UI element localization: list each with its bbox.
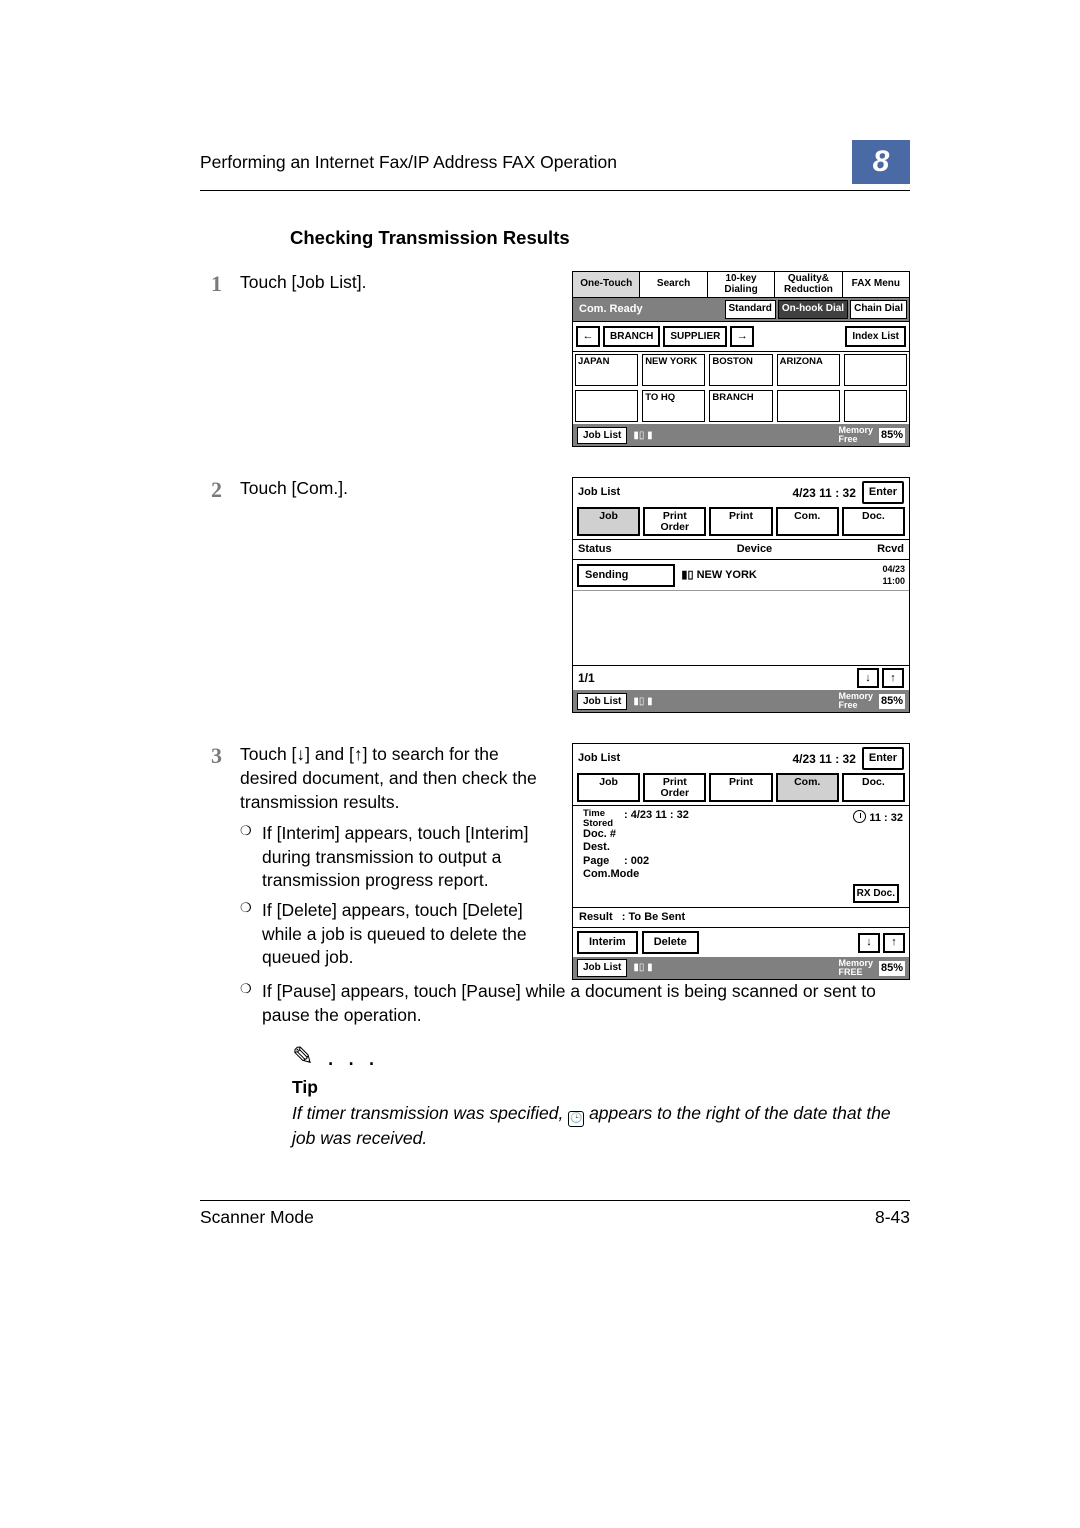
tab-com[interactable]: Com. [776, 773, 839, 802]
one-touch-to-hq[interactable]: TO HQ [642, 390, 705, 422]
chain-dial-button[interactable]: Chain Dial [850, 300, 907, 319]
job-list-title: Job List [578, 751, 620, 766]
job-list-timestamp: 4/23 11 : 32 [792, 485, 855, 501]
standard-button[interactable]: Standard [725, 300, 776, 319]
tab-print[interactable]: Print [709, 507, 772, 536]
col-device: Device [667, 540, 842, 559]
one-touch-empty[interactable] [844, 354, 907, 386]
memory-free-label: Memory Free [838, 426, 873, 444]
job-list-button[interactable]: Job List [577, 693, 627, 711]
step-3: 3 Touch [↓] and [↑] to search for the de… [200, 743, 910, 1150]
on-hook-dial-button[interactable]: On-hook Dial [778, 300, 848, 319]
job-list-button[interactable]: Job List [577, 427, 627, 445]
footer-left: Scanner Mode [200, 1207, 314, 1228]
running-header: Performing an Internet Fax/IP Address FA… [200, 140, 910, 191]
supplier-tab[interactable]: SUPPLIER [663, 326, 727, 348]
tab-print[interactable]: Print [709, 773, 772, 802]
one-touch-new-york[interactable]: NEW YORK [642, 354, 705, 386]
scroll-left-button[interactable]: ← [576, 326, 600, 348]
chapter-number: 8 [852, 140, 910, 184]
tip-block: ✎ . . . Tip If timer transmission was sp… [292, 1039, 910, 1150]
job-row[interactable]: Sending ▮▯ NEW YORK 04/23 11:00 [573, 560, 909, 591]
tab-doc[interactable]: Doc. [842, 507, 905, 536]
tab-job[interactable]: Job [577, 773, 640, 802]
step-1-text: Touch [Job List]. [240, 271, 552, 295]
memory-free-pct: 85% [879, 694, 905, 709]
tab-com[interactable]: Com. [776, 507, 839, 536]
tab-job[interactable]: Job [577, 507, 640, 536]
one-touch-arizona[interactable]: ARIZONA [777, 354, 840, 386]
result-row: Result : To Be Sent [573, 907, 909, 927]
memory-free-pct: 85% [879, 428, 905, 443]
job-rcvd: 04/23 11:00 [846, 563, 905, 587]
branch-tab[interactable]: BRANCH [603, 326, 660, 348]
running-title: Performing an Internet Fax/IP Address FA… [200, 152, 617, 173]
memory-free-label: Memory Free [838, 692, 873, 710]
tip-label: Tip [292, 1076, 910, 1100]
job-list-button[interactable]: Job List [577, 959, 627, 977]
one-touch-boston[interactable]: BOSTON [709, 354, 772, 386]
job-list-panel: Job List 4/23 11 : 32 Enter Job Print Or… [572, 477, 910, 713]
page-footer: Scanner Mode 8-43 [200, 1200, 910, 1228]
scroll-up-button[interactable]: ↑ [882, 668, 904, 688]
tab-print-order[interactable]: Print Order [643, 773, 706, 802]
one-touch-empty[interactable] [777, 390, 840, 422]
job-list-timestamp: 4/23 11 : 32 [792, 751, 855, 767]
footer-page-number: 8-43 [875, 1207, 910, 1228]
one-touch-japan[interactable]: JAPAN [575, 354, 638, 386]
tip-text: If timer transmission was specified, 🕒 a… [292, 1102, 910, 1150]
step-3-sub-interim: If [Interim] appears, touch [Interim] du… [240, 822, 552, 893]
status-icons: ▮▯ ▮ [633, 961, 652, 975]
fax-panel-main: One-Touch Search 10-key Dialing Quality&… [572, 271, 910, 447]
rx-doc-button[interactable]: RX Doc. [853, 884, 899, 904]
scroll-down-button[interactable]: ↓ [857, 668, 879, 688]
memory-free-pct: 85% [879, 961, 905, 976]
index-list-button[interactable]: Index List [845, 326, 906, 348]
step-2-text: Touch [Com.]. [240, 477, 552, 501]
scroll-right-button[interactable]: → [730, 326, 754, 348]
clock-icon [853, 810, 866, 823]
tab-print-order[interactable]: Print Order [643, 507, 706, 536]
col-status: Status [573, 540, 667, 559]
step-3-sub-pause: If [Pause] appears, touch [Pause] while … [240, 980, 910, 1027]
enter-button[interactable]: Enter [862, 481, 904, 504]
interim-button[interactable]: Interim [577, 931, 638, 954]
delete-button[interactable]: Delete [642, 931, 699, 954]
tab-10key-dialing[interactable]: 10-key Dialing [708, 272, 775, 297]
step-number: 3 [200, 743, 222, 1150]
enter-button[interactable]: Enter [862, 747, 904, 770]
one-touch-branch[interactable]: BRANCH [709, 390, 772, 422]
job-detail-panel: Job List 4/23 11 : 32 Enter Job Print Or… [572, 743, 910, 980]
job-device: ▮▯ NEW YORK [675, 568, 846, 583]
one-touch-empty[interactable] [575, 390, 638, 422]
tab-quality-reduction[interactable]: Quality& Reduction [775, 272, 842, 297]
tab-search[interactable]: Search [640, 272, 707, 297]
step-number: 2 [200, 477, 222, 713]
tab-doc[interactable]: Doc. [842, 773, 905, 802]
memory-free-label: Memory FREE [838, 959, 873, 977]
col-rcvd: Rcvd [842, 540, 909, 559]
job-status: Sending [577, 564, 675, 587]
step-3-text: Touch [↓] and [↑] to search for the desi… [240, 744, 537, 811]
tab-one-touch[interactable]: One-Touch [573, 272, 640, 297]
section-title: Checking Transmission Results [290, 227, 910, 249]
step-1: 1 Touch [Job List]. One-Touch Search 10-… [200, 271, 910, 447]
scroll-up-button[interactable]: ↑ [883, 933, 905, 953]
one-touch-empty[interactable] [844, 390, 907, 422]
step-2: 2 Touch [Com.]. Job List 4/23 11 : 32 En… [200, 477, 910, 713]
job-detail-table: TimeStored: 4/23 11 : 32 Doc. # Dest. Pa… [579, 809, 693, 881]
clock-icon: 🕒 [568, 1111, 584, 1127]
com-ready-label: Com. Ready [575, 300, 723, 319]
step-number: 1 [200, 271, 222, 447]
timer-indicator: 11 : 32 [853, 810, 903, 826]
tip-icon: ✎ . . . [292, 1039, 910, 1074]
pager-indicator: 1/1 [578, 670, 595, 686]
status-icons: ▮▯ ▮ [633, 429, 652, 443]
step-3-sub-delete: If [Delete] appears, touch [Delete] whil… [240, 899, 552, 970]
scroll-down-button[interactable]: ↓ [858, 933, 880, 953]
tab-fax-menu[interactable]: FAX Menu [843, 272, 909, 297]
status-icons: ▮▯ ▮ [633, 695, 652, 709]
job-list-title: Job List [578, 485, 620, 500]
